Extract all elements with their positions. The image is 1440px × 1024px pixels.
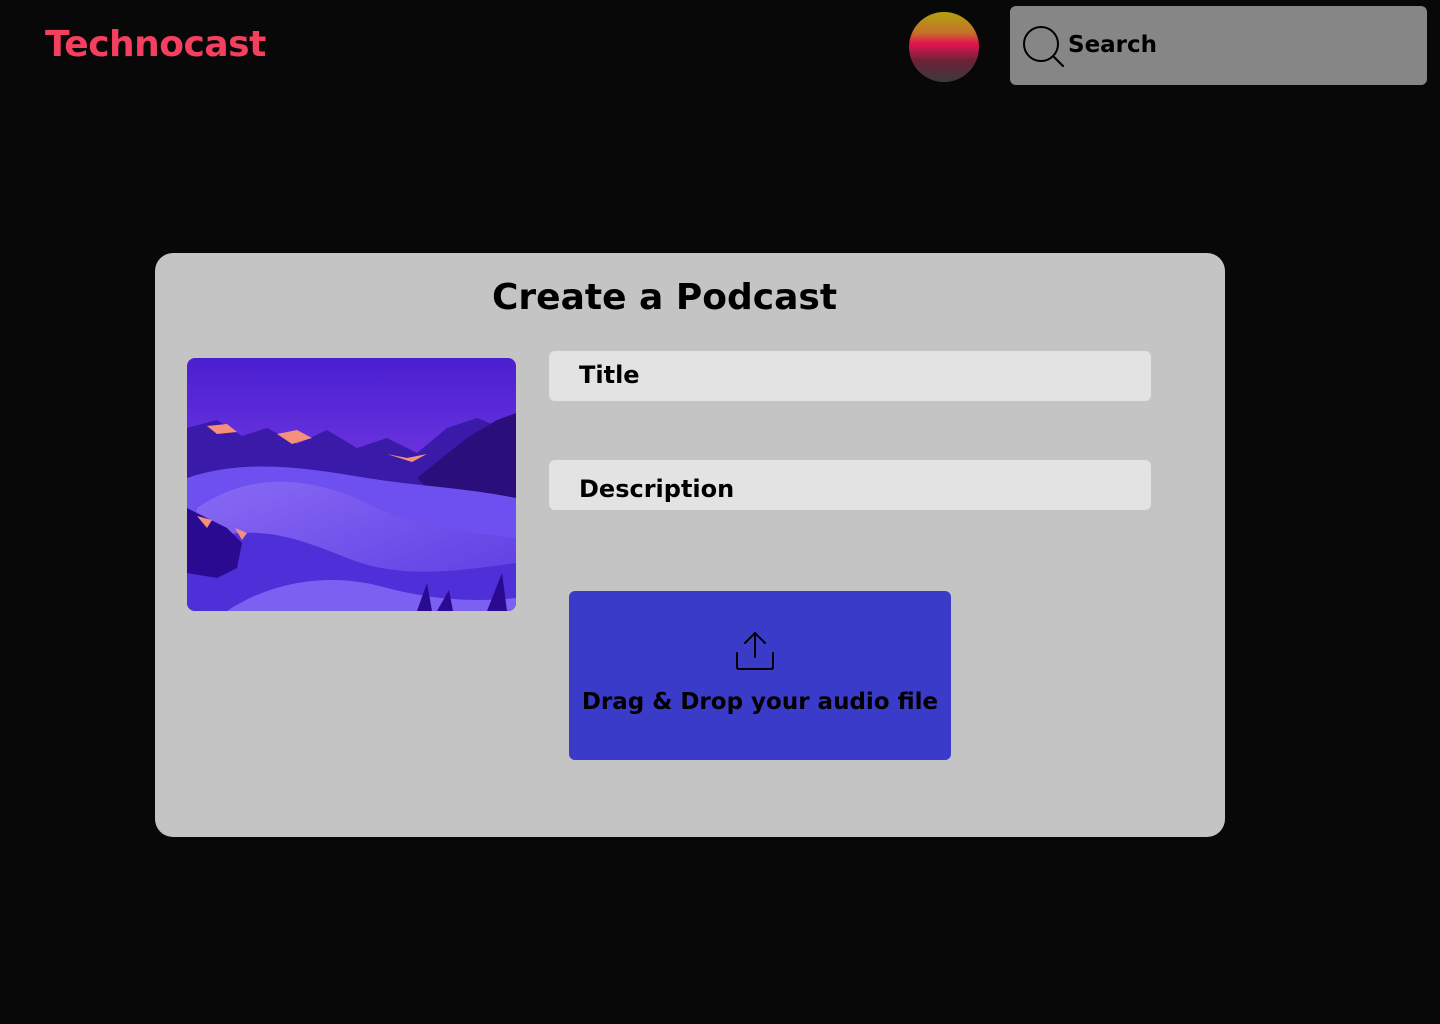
page-title: Create a Podcast — [492, 277, 838, 318]
avatar[interactable] — [909, 12, 979, 82]
dropzone-label: Drag & Drop your audio file — [581, 689, 939, 715]
title-field[interactable]: Title — [549, 351, 1151, 401]
search-icon — [1022, 25, 1066, 69]
title-placeholder: Title — [579, 361, 640, 389]
description-placeholder: Description — [579, 475, 735, 503]
search-placeholder: Search — [1068, 32, 1158, 58]
upload-icon — [733, 629, 777, 673]
audio-dropzone[interactable]: Drag & Drop your audio file — [569, 591, 951, 760]
brand-logo[interactable]: Technocast — [45, 20, 266, 70]
description-field[interactable]: Description — [549, 460, 1151, 510]
create-podcast-card: Create a Podcast Title Description Drag … — [155, 253, 1225, 837]
cover-image[interactable] — [187, 358, 516, 611]
search-input[interactable]: Search — [1010, 6, 1427, 85]
